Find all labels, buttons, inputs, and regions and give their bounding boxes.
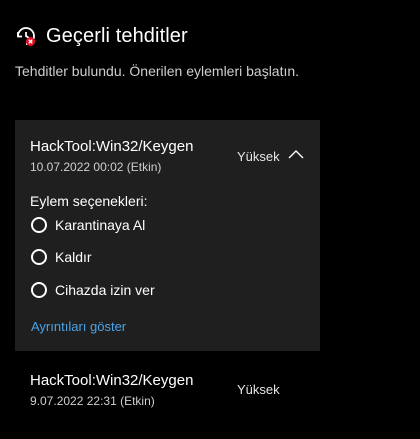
threat-date: 9.07.2022 22:31 (Etkin): [30, 394, 155, 408]
action-options-label: Eylem seçenekleri:: [30, 193, 148, 209]
action-option-label: Karantinaya Al: [55, 217, 146, 233]
chevron-up-icon[interactable]: [287, 147, 305, 161]
action-option-label: Kaldır: [55, 249, 92, 265]
threat-name: HackTool:Win32/Keygen: [30, 138, 194, 155]
action-option-allow[interactable]: Cihazda izin ver: [31, 282, 155, 298]
threat-name: HackTool:Win32/Keygen: [30, 372, 194, 389]
page-header: Geçerli tehditler: [14, 24, 188, 48]
threat-severity: Yüksek: [237, 149, 280, 164]
page-subtitle: Tehditler bulundu. Önerilen eylemleri ba…: [15, 63, 300, 79]
show-details-link[interactable]: Ayrıntıları göster: [31, 319, 126, 334]
shield-warning-icon: [17, 27, 35, 46]
threat-card-collapsed[interactable]: HackTool:Win32/Keygen 9.07.2022 22:31 (E…: [15, 360, 320, 420]
action-option-remove[interactable]: Kaldır: [31, 249, 92, 265]
radio-button[interactable]: [31, 249, 47, 265]
threat-date: 10.07.2022 00:02 (Etkin): [30, 160, 162, 174]
threat-card-expanded: HackTool:Win32/Keygen 10.07.2022 00:02 (…: [15, 120, 320, 351]
action-option-label: Cihazda izin ver: [55, 282, 155, 298]
page-title: Geçerli tehditler: [46, 24, 188, 47]
current-threats-page: Geçerli tehditler Tehditler bulundu. Öne…: [0, 0, 420, 439]
radio-button[interactable]: [31, 217, 47, 233]
threat-severity: Yüksek: [237, 382, 280, 397]
action-option-quarantine[interactable]: Karantinaya Al: [31, 217, 145, 233]
radio-button[interactable]: [31, 282, 47, 298]
